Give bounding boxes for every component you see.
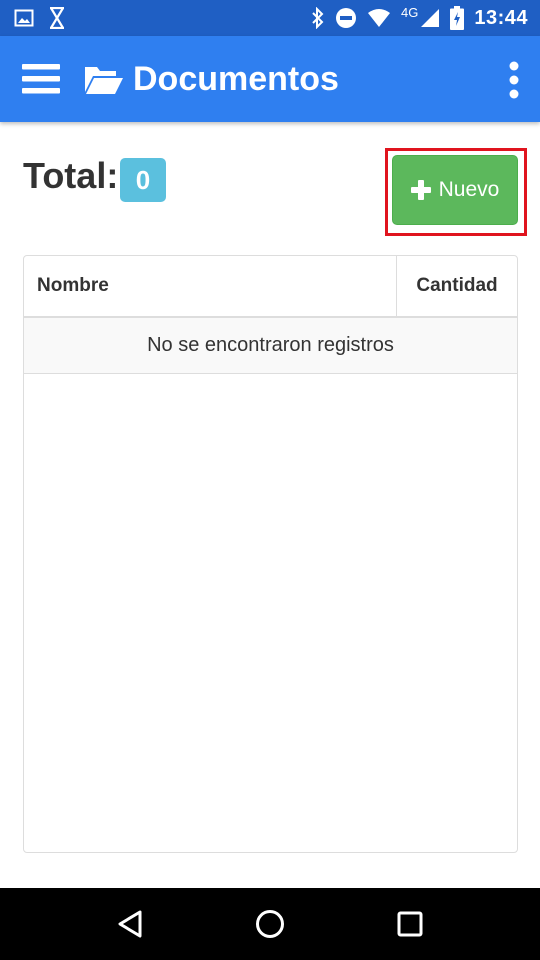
- status-bar-right: 4G 13:44: [311, 4, 528, 30]
- home-icon[interactable]: [240, 894, 300, 954]
- folder-open-icon: [84, 64, 124, 101]
- bluetooth-icon: [311, 7, 325, 29]
- status-bar: 4G 13:44: [0, 0, 540, 36]
- documents-table: Nombre Cantidad No se encontraron regist…: [23, 255, 518, 853]
- cell-signal-icon: [420, 8, 440, 28]
- app-bar: Documentos: [0, 36, 540, 122]
- wifi-icon: [367, 8, 391, 28]
- back-icon[interactable]: [100, 894, 160, 954]
- new-button-label: Nuevo: [438, 178, 500, 201]
- image-notification-icon: [14, 8, 34, 28]
- table-header: Nombre Cantidad: [24, 256, 517, 318]
- plus-icon: [410, 180, 431, 200]
- hourglass-notification-icon: [48, 7, 66, 29]
- column-header-nombre[interactable]: Nombre: [24, 256, 397, 316]
- status-bar-left: [14, 7, 66, 29]
- more-vert-icon[interactable]: [502, 60, 526, 100]
- page-title: Documentos: [133, 60, 339, 98]
- network-type: 4G: [401, 4, 419, 20]
- new-button[interactable]: Nuevo: [392, 155, 518, 225]
- battery-charging-icon: [450, 6, 465, 30]
- total-label: Total:: [23, 155, 119, 196]
- status-time: 13:44: [474, 6, 528, 29]
- empty-table-message: No se encontraron registros: [24, 318, 517, 374]
- recents-icon[interactable]: [380, 894, 440, 954]
- total-count-badge: 0: [120, 158, 166, 202]
- hamburger-menu-icon[interactable]: [22, 64, 60, 94]
- navigation-bar: [0, 888, 540, 960]
- do-not-disturb-icon: [335, 7, 357, 29]
- column-header-cantidad[interactable]: Cantidad: [397, 256, 517, 316]
